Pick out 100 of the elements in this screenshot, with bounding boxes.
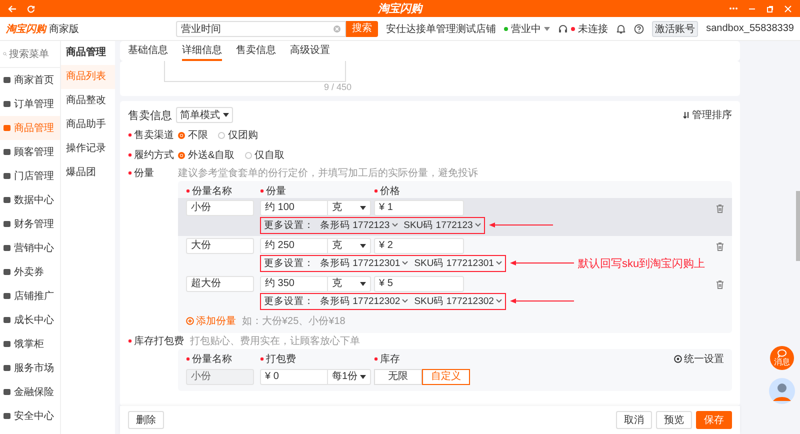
barcode-link[interactable]: 条形码 177212302 xyxy=(320,294,408,308)
square-icon xyxy=(3,388,11,396)
refresh-icon[interactable] xyxy=(27,4,35,12)
back-arrow-icon[interactable] xyxy=(8,4,17,12)
unify-settings-link[interactable]: 统一设置 xyxy=(674,352,724,366)
target-icon xyxy=(674,354,682,362)
sidebar-item[interactable]: 安全中心 xyxy=(0,404,60,428)
sort-link[interactable]: 管理排序 xyxy=(683,108,732,122)
delete-button[interactable]: 删除 xyxy=(128,411,164,429)
sidebar-item[interactable]: 营销中心 xyxy=(0,236,60,260)
close-icon[interactable] xyxy=(784,4,792,12)
mode-dropdown[interactable]: 简单模式 xyxy=(176,107,233,123)
square-icon xyxy=(3,220,11,228)
submenu-item[interactable]: 商品整改 xyxy=(61,89,115,113)
square-icon xyxy=(3,292,11,300)
caret-icon xyxy=(544,26,550,30)
square-icon xyxy=(3,340,11,348)
tab[interactable]: 基础信息 xyxy=(128,41,168,61)
chevron-icon xyxy=(402,299,408,303)
amount-field[interactable]: 约 100 xyxy=(260,200,328,216)
sku-link[interactable]: SKU码 177212302 xyxy=(414,294,502,308)
price-field[interactable]: ¥ 2 xyxy=(374,238,464,254)
chevron-icon xyxy=(402,261,408,265)
delete-icon[interactable] xyxy=(716,280,724,288)
sidebar-item[interactable]: 订单管理 xyxy=(0,92,60,116)
preview-button[interactable]: 预览 xyxy=(656,411,692,429)
business-status[interactable]: 营业中 xyxy=(504,22,550,36)
unit-select[interactable]: 克 xyxy=(328,238,371,254)
sidebar-item[interactable]: 店铺推广 xyxy=(0,284,60,308)
square-icon xyxy=(3,76,11,84)
chevron-icon xyxy=(474,223,481,227)
caret-icon xyxy=(360,244,366,248)
price-field[interactable]: ¥ 5 xyxy=(374,276,464,292)
column-header: 库存 xyxy=(380,352,400,366)
sidebar-item[interactable]: 外卖券 xyxy=(0,260,60,284)
radio-option[interactable]: 不限 xyxy=(178,128,208,142)
annotation-arrow xyxy=(510,298,574,304)
radio-option[interactable]: 仅团购 xyxy=(218,128,258,142)
amount-field[interactable]: 约 250 xyxy=(260,238,328,254)
radio-option[interactable]: 外送&自取 xyxy=(178,148,235,162)
per-unit-select[interactable]: 每1份 xyxy=(328,369,371,385)
spec-name-field[interactable]: 超大份 xyxy=(186,276,254,292)
sidebar-item[interactable]: 服务市场 xyxy=(0,356,60,380)
bell-icon[interactable] xyxy=(616,24,626,34)
headset-icon[interactable] xyxy=(558,24,568,34)
submenu-title: 商品管理 xyxy=(65,45,107,60)
logo: 淘宝闪购 xyxy=(6,22,46,36)
menu-search-field[interactable]: 搜索菜单 xyxy=(9,48,57,60)
sidebar-item[interactable]: 顾客管理 xyxy=(0,140,60,164)
delete-icon[interactable] xyxy=(716,242,724,250)
delete-icon[interactable] xyxy=(716,204,724,212)
tab[interactable]: 售卖信息 xyxy=(236,41,276,61)
amount-field[interactable]: 约 350 xyxy=(260,276,328,292)
restore-icon[interactable] xyxy=(766,4,774,12)
spec-name-field[interactable]: 大份 xyxy=(186,238,254,254)
submenu-item[interactable]: 操作记录 xyxy=(61,137,115,161)
required-icon xyxy=(374,188,378,192)
unit-select[interactable]: 克 xyxy=(328,276,371,292)
column-header: 打包费 xyxy=(266,352,296,366)
help-icon[interactable] xyxy=(634,24,644,34)
stock-option[interactable]: 无限 xyxy=(374,369,422,385)
submenu-item[interactable]: 爆品团 xyxy=(61,161,115,185)
search-field[interactable]: 营业时间 xyxy=(176,20,346,36)
barcode-link[interactable]: 条形码 1772123 xyxy=(320,218,398,232)
packing-fee-field[interactable]: ¥ 0 xyxy=(260,369,328,385)
sidebar-item[interactable]: 饿掌柜 xyxy=(0,332,60,356)
submenu-item[interactable]: 商品助手 xyxy=(61,113,115,137)
scrollbar[interactable] xyxy=(796,191,800,261)
account-name[interactable]: sandbox_55838339 xyxy=(706,23,794,34)
store-name[interactable]: 安仕达接单管理测试店铺 xyxy=(386,22,496,36)
tab[interactable]: 高级设置 xyxy=(290,41,330,61)
field-label: 库存打包费 xyxy=(134,334,184,348)
sidebar-item[interactable]: 商家首页 xyxy=(0,68,60,92)
sidebar-item[interactable]: 门店管理 xyxy=(0,164,60,188)
more-icon[interactable] xyxy=(729,7,738,10)
sidebar-item[interactable]: 成长中心 xyxy=(0,308,60,332)
sidebar-item[interactable]: 数据中心 xyxy=(0,188,60,212)
clear-icon[interactable] xyxy=(333,24,341,32)
field-hint: 建议参考堂食套单的份行定价，并填写加工后的实际份量，避免投诉 xyxy=(178,166,478,180)
sku-link[interactable]: SKU码 177212301 xyxy=(414,256,502,270)
required-icon xyxy=(260,356,264,360)
character-counter: 9 / 450 xyxy=(324,82,352,92)
square-icon xyxy=(3,364,11,372)
barcode-link[interactable]: 条形码 177212301 xyxy=(320,256,408,270)
square-icon xyxy=(3,268,11,276)
field-hint: 打包贴心、费用实在，让顾客放心下单 xyxy=(190,334,360,348)
sku-link[interactable]: SKU码 1772123 xyxy=(404,218,481,232)
sidebar-item[interactable]: 金融保险 xyxy=(0,380,60,404)
search-icon xyxy=(3,50,7,58)
add-spec-hint: 如：大份¥25、小份¥18 xyxy=(242,314,346,328)
required-icon xyxy=(374,356,378,360)
radio-option[interactable]: 仅自取 xyxy=(244,148,285,162)
price-field[interactable]: ¥ 1 xyxy=(374,200,464,216)
unit-select[interactable]: 克 xyxy=(328,200,371,216)
spec-name-field[interactable]: 小份 xyxy=(186,200,254,216)
required-icon xyxy=(128,171,132,175)
assistant-avatar[interactable] xyxy=(769,378,795,404)
cancel-button[interactable]: 取消 xyxy=(616,411,652,429)
square-icon xyxy=(3,100,11,108)
sidebar-item[interactable]: 财务管理 xyxy=(0,212,60,236)
